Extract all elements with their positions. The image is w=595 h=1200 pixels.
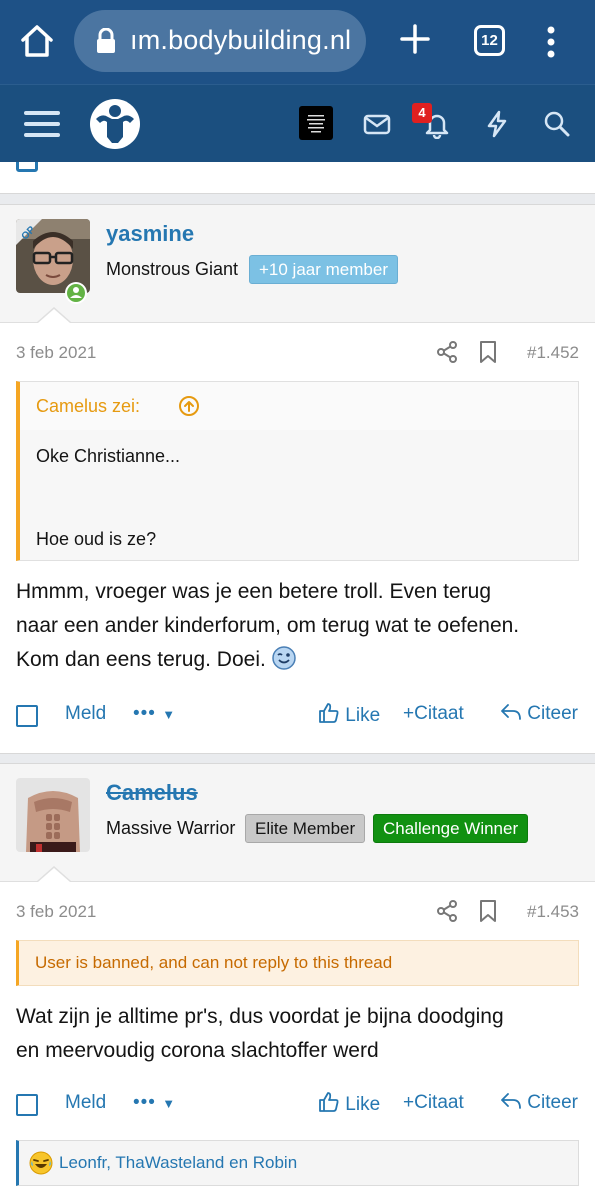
post-actions: Meld ••• ▼ Like +Citaat Citeer [0,1074,595,1136]
post-date-link[interactable]: 3 feb 2021 [16,902,96,922]
post-pointer-fill [38,309,70,323]
select-checkbox[interactable] [16,1094,38,1116]
report-button[interactable]: Meld [65,1092,106,1114]
thumbs-up-icon [319,1092,339,1112]
reply-label: Citeer [527,1092,578,1113]
wink-emoji-icon [271,646,296,670]
site-logo[interactable] [88,97,142,151]
caret-down-icon: ▼ [162,707,177,722]
share-icon[interactable] [436,899,458,923]
home-icon[interactable] [18,22,56,60]
banned-user-notice: User is banned, and can not reply to thi… [16,940,579,986]
message-line: Kom dan eens terug. Doei. [16,648,266,671]
share-icon[interactable] [436,340,458,364]
more-options-button[interactable]: ••• ▼ [133,703,176,725]
post-number-link[interactable]: #1.453 [527,902,579,922]
banned-notice-text: User is banned, and can not reply to thi… [35,953,393,972]
multiquote-button[interactable]: +Citaat [403,703,464,725]
quote-block: Camelus zei: Oke Christianne... Hoe oud … [16,381,579,561]
bookmark-icon[interactable] [478,899,498,923]
post-actions: Meld ••• ▼ Like +Citaat Citeer [0,685,595,747]
more-options-label: ••• [133,1092,156,1113]
lock-icon [97,28,115,53]
thumbs-up-icon [319,703,339,723]
hamburger-menu-icon[interactable] [24,109,60,139]
post-user-header: OP yasmine Monstrous Giant +10 jaar memb… [0,205,595,323]
user-title: Monstrous Giant [106,259,239,279]
username-link[interactable]: yasmine [106,221,194,247]
message-line-with-emoji: Kom dan eens terug. Doei. [16,643,579,677]
post-date-link[interactable]: 3 feb 2021 [16,343,96,363]
online-status-icon [65,282,87,304]
reply-button[interactable]: Citeer [500,1092,578,1114]
user-title: Massive Warrior [106,818,236,838]
post-message: Hmmm, vroeger was je een betere troll. E… [0,561,595,677]
reactions-users-link: Leonfr, ThaWasteland en Robin [59,1153,298,1172]
message-line: en meervoudig corona slachtoffer werd [16,1039,379,1062]
more-options-label: ••• [133,703,156,724]
multiquote-label: Citaat [414,1092,464,1113]
challenge-winner-banner: Challenge Winner [373,814,529,843]
address-bar[interactable]: ım.bodybuilding.nl [74,10,366,72]
notification-count-badge: 4 [412,103,432,123]
arrow-up-circle-icon[interactable] [178,395,200,417]
select-checkbox[interactable] [16,162,38,172]
post-message: Wat zijn je alltime pr's, dus voordat je… [0,986,595,1068]
url-text: ım.bodybuilding.nl [130,25,352,55]
reply-arrow-icon [501,1093,521,1109]
message-line: Hmmm, vroeger was je een betere troll. E… [16,580,492,603]
post-1453: Camelus Massive Warrior Elite Member Cha… [0,763,595,1200]
post-meta-row: 3 feb 2021 #1.452 [0,323,595,381]
reply-button[interactable]: Citeer [500,703,578,725]
mail-icon[interactable] [362,109,392,139]
message-line: Wat zijn je alltime pr's, dus voordat je… [16,1005,504,1028]
quote-content: Oke Christianne... Hoe oud is ze? [20,430,578,560]
search-icon[interactable] [542,109,572,139]
caret-down-icon: ▼ [162,1096,177,1111]
laughing-emoji-icon [29,1151,53,1175]
post-meta-row: 3 feb 2021 #1.453 [0,882,595,940]
quote-header: Camelus zei: [20,382,578,430]
plus-icon: + [403,1092,415,1113]
post-number-link[interactable]: #1.452 [527,343,579,363]
reply-label: Citeer [527,703,578,724]
elite-member-banner: Elite Member [245,814,366,843]
more-options-button[interactable]: ••• ▼ [133,1092,176,1114]
plus-icon[interactable] [398,22,432,56]
like-button[interactable]: Like [318,1092,380,1116]
post-user-header: Camelus Massive Warrior Elite Member Cha… [0,764,595,882]
message-line: naar een ander kinderforum, om terug wat… [16,614,520,637]
multiquote-label: Citaat [414,703,464,724]
like-button[interactable]: Like [318,703,380,727]
like-label: Like [345,705,381,726]
avatar-text-lines [307,115,325,133]
quote-text-line: Hoe oud is ze? [36,529,157,549]
overflow-menu-icon[interactable] [538,24,564,60]
post-1452: OP yasmine Monstrous Giant +10 jaar memb… [0,204,595,754]
previous-post-actions-tail [0,162,595,194]
multiquote-button[interactable]: +Citaat [403,1092,464,1114]
tab-switcher-button[interactable]: 12 [474,25,505,56]
like-label: Like [345,1094,381,1115]
avatar[interactable] [16,778,90,852]
report-button[interactable]: Meld [65,703,106,725]
username-link[interactable]: Camelus [106,780,198,806]
avatar-image [16,778,90,852]
member-banner: +10 jaar member [249,255,398,284]
quote-text-line: Oke Christianne... [36,446,181,466]
select-checkbox[interactable] [16,705,38,727]
plus-icon: + [403,703,415,724]
lightning-icon[interactable] [482,109,512,139]
post-pointer-fill [38,868,70,882]
bookmark-icon[interactable] [478,340,498,364]
user-avatar-thumbnail[interactable] [299,106,333,140]
quote-author-link[interactable]: Camelus zei: [36,396,140,417]
reactions-bar[interactable]: Leonfr, ThaWasteland en Robin [16,1140,579,1186]
reply-arrow-icon [501,704,521,720]
browser-toolbar: ım.bodybuilding.nl 12 [0,0,595,84]
site-header: 4 [0,84,595,162]
